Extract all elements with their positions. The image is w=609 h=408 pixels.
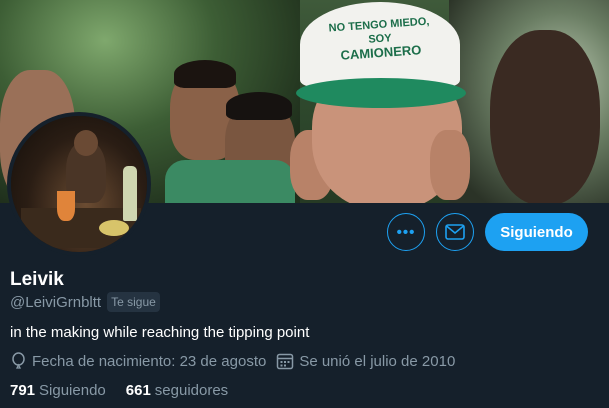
- followers-count: 661: [125, 382, 151, 399]
- follows-you-badge: Te sigue: [107, 292, 160, 312]
- following-button[interactable]: Siguiendo: [485, 213, 588, 251]
- banner-person-curly-hair: [490, 30, 600, 203]
- following-stat-link[interactable]: 791 Siguiendo: [10, 382, 106, 399]
- profile-avatar[interactable]: [7, 112, 151, 256]
- banner-cap-text: NO TENGO MIEDO, SOY CAMIONERO: [319, 14, 442, 64]
- avatar-plate: [99, 220, 129, 236]
- banner-cap-brim: [296, 78, 466, 108]
- birthday-info: Fecha de nacimiento: 23 de agosto: [10, 352, 266, 370]
- avatar-drink-glass: [57, 191, 75, 221]
- banner-person-back-hair: [174, 60, 236, 88]
- banner-hand-right: [430, 130, 470, 200]
- followers-stat-link[interactable]: 661 seguidores: [126, 382, 228, 399]
- following-label: Siguiendo: [39, 382, 106, 399]
- following-button-label: Siguiendo: [500, 223, 573, 241]
- handle-row: @LeiviGrnbltt Te sigue: [10, 292, 160, 312]
- envelope-icon: [445, 224, 465, 240]
- profile-name: Leivik: [10, 269, 64, 290]
- more-options-button[interactable]: •••: [387, 213, 425, 251]
- birthday-text: Fecha de nacimiento: 23 de agosto: [32, 352, 267, 370]
- joined-info: Se unió el julio de 2010: [276, 352, 455, 370]
- banner-person-middle-hair: [226, 92, 292, 120]
- following-count: 791: [10, 382, 36, 399]
- profile-bio: in the making while reaching the tipping…: [10, 324, 310, 341]
- banner-green-shirt: [165, 160, 295, 203]
- calendar-icon: [277, 353, 294, 370]
- followers-label: seguidores: [154, 382, 229, 399]
- more-horizontal-icon: •••: [396, 223, 416, 241]
- message-button[interactable]: [436, 213, 474, 251]
- avatar-bottle: [123, 166, 137, 221]
- joined-text: Se unió el julio de 2010: [299, 352, 456, 370]
- balloon-icon: [12, 352, 25, 369]
- avatar-person-head: [74, 130, 98, 156]
- profile-stats: 791 Siguiendo 661 seguidores: [10, 382, 228, 399]
- profile-meta: Fecha de nacimiento: 23 de agosto Se uni…: [10, 352, 455, 370]
- profile-handle: @LeiviGrnbltt: [10, 293, 102, 311]
